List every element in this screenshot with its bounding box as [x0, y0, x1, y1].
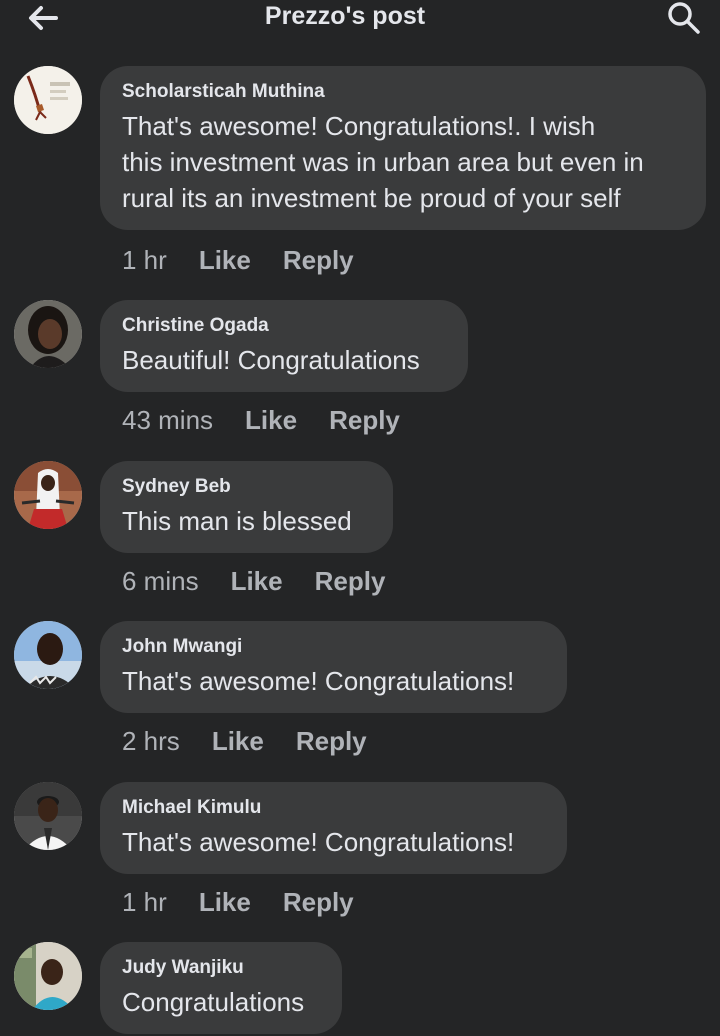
search-icon — [668, 2, 700, 34]
comment-timestamp[interactable]: 43 mins — [122, 405, 213, 436]
avatar-image — [14, 66, 82, 134]
avatar[interactable] — [14, 621, 82, 689]
avatar[interactable] — [14, 461, 82, 529]
comment-author[interactable]: Christine Ogada — [122, 314, 446, 338]
avatar-image — [14, 782, 82, 850]
comment-author[interactable]: Scholarsticah Muthina — [122, 80, 684, 104]
reply-button[interactable]: Reply — [296, 726, 367, 757]
comment-actions: 6 mins Like Reply — [122, 563, 417, 599]
avatar[interactable] — [14, 300, 82, 368]
like-button[interactable]: Like — [245, 405, 297, 436]
avatar[interactable] — [14, 66, 82, 134]
avatar-image — [14, 300, 82, 368]
search-button[interactable] — [660, 0, 708, 36]
reply-button[interactable]: Reply — [329, 405, 400, 436]
comment-timestamp[interactable]: 1 hr — [122, 887, 167, 918]
comment-timestamp[interactable]: 6 mins — [122, 566, 199, 597]
comment-bubble[interactable]: Judy Wanjiku Congratulations — [100, 942, 342, 1034]
comment-text: That's awesome! Congratulations! — [122, 666, 515, 696]
reply-button[interactable]: Reply — [283, 245, 354, 276]
comment-author[interactable]: Michael Kimulu — [122, 796, 545, 820]
avatar[interactable] — [14, 782, 82, 850]
comment-actions: 1 hr Like Reply — [122, 242, 386, 278]
comment-author[interactable]: John Mwangi — [122, 635, 545, 659]
comment-text: That's awesome! Congratulations! — [122, 827, 515, 857]
comment-bubble[interactable]: Christine Ogada Beautiful! Congratulatio… — [100, 300, 468, 392]
reply-button[interactable]: Reply — [283, 887, 354, 918]
like-button[interactable]: Like — [199, 887, 251, 918]
comment-timestamp[interactable]: 1 hr — [122, 245, 167, 276]
comment-text-line: this investment was in urban area but ev… — [122, 147, 644, 177]
like-button[interactable]: Like — [199, 245, 251, 276]
comment-bubble[interactable]: John Mwangi That's awesome! Congratulati… — [100, 621, 567, 713]
comment-actions: 43 mins Like Reply — [122, 402, 432, 438]
avatar-image — [14, 621, 82, 689]
comment-text: That's awesome! Congratulations!. I wish… — [122, 108, 684, 216]
comment-text: Beautiful! Congratulations — [122, 345, 420, 375]
comment-text-line: rural its an investment be proud of your… — [122, 183, 621, 213]
comment-author[interactable]: Sydney Beb — [122, 475, 371, 499]
like-button[interactable]: Like — [231, 566, 283, 597]
comment-bubble[interactable]: Sydney Beb This man is blessed — [100, 461, 393, 553]
comment-text-line: That's awesome! Congratulations!. I wish — [122, 111, 596, 141]
avatar-image — [14, 461, 82, 529]
comment-bubble[interactable]: Scholarsticah Muthina That's awesome! Co… — [100, 66, 706, 230]
like-button[interactable]: Like — [212, 726, 264, 757]
comment-actions: 1 hr Like Reply — [122, 884, 386, 920]
comment-bubble[interactable]: Michael Kimulu That's awesome! Congratul… — [100, 782, 567, 874]
comment-text: This man is blessed — [122, 506, 352, 536]
reply-button[interactable]: Reply — [315, 566, 386, 597]
comment-text: Congratulations — [122, 987, 305, 1017]
page-title: Prezzo's post — [264, 2, 426, 30]
comment-author[interactable]: Judy Wanjiku — [122, 956, 320, 980]
avatar[interactable] — [14, 942, 82, 1010]
comment-actions: 2 hrs Like Reply — [122, 723, 399, 759]
post-header: Prezzo's post — [0, 0, 720, 40]
avatar-image — [14, 942, 82, 1010]
comment-timestamp[interactable]: 2 hrs — [122, 726, 180, 757]
